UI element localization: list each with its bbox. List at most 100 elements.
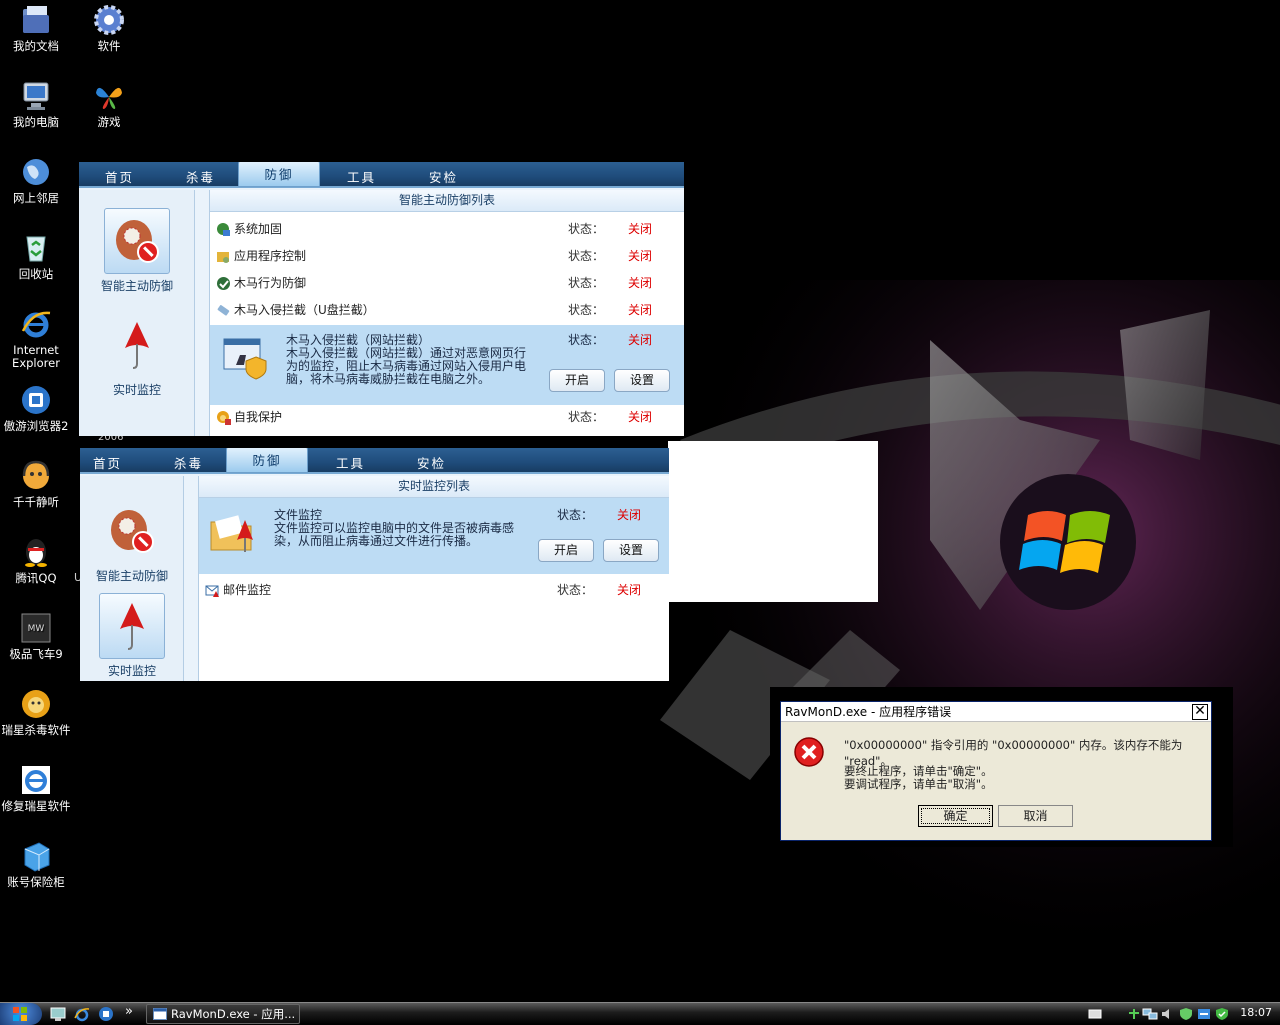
network-computers-icon[interactable] [1142,1007,1158,1021]
desktop-icon-qq[interactable]: 腾讯QQ [0,535,72,585]
list-item-mail-monitor[interactable]: 邮件监控 状态： 关闭 [199,577,669,604]
start-button[interactable] [0,1003,42,1025]
side-button-realtime-monitor[interactable]: 实时监控 [80,593,184,679]
desktop-icon-rising[interactable]: 瑞星杀毒软件 [0,687,72,737]
side-button-active-defense[interactable]: 智能主动防御 [80,498,184,584]
enable-button[interactable]: 开启 [538,539,594,562]
desktop-icon-label: 回收站 [18,267,54,281]
status-value[interactable]: 关闭 [628,331,652,348]
close-button[interactable]: ✕ [1192,704,1208,720]
volume-icon[interactable] [1160,1007,1176,1021]
blank-window-area [668,441,878,602]
baseball-glove-shield-icon [111,510,154,553]
ok-button[interactable]: 确定 [918,805,993,827]
status-label: 状态： [568,410,605,424]
web-intercept-shield-icon [223,338,267,380]
windows-logo-icon [13,1007,27,1021]
settings-button[interactable]: 设置 [603,539,659,562]
tab-check[interactable]: 安检 [429,167,458,186]
clock[interactable]: 18:07 [1240,1006,1272,1019]
folder-documents-icon [23,6,49,33]
expanded-description: 文件监控可以监控电脑中的文件是否被病毒感染，从而阻止病毒通过文件进行传播。 [274,521,515,548]
settings-button[interactable]: 设置 [614,369,670,392]
wallpaper-graphic [600,280,1280,1000]
list-item-label: 木马行为防御 [234,276,307,290]
shield-icon[interactable] [1214,1007,1230,1021]
main-tab-bar: 首页 杀毒 防御 工具 安检 [79,162,684,188]
window-app-icon [153,1008,167,1020]
safe-box-icon [24,842,50,872]
enable-button[interactable]: 开启 [549,369,605,392]
list-title: 智能主动防御列表 [210,190,684,212]
desktop-icon-software[interactable]: 软件 [73,3,145,53]
network-tray-icon[interactable] [1126,1007,1142,1021]
tab-tools[interactable]: 工具 [347,167,376,186]
antivirus-tray-icon[interactable] [1196,1007,1212,1021]
desktop-icon-label: 软件 [97,39,121,53]
baseball-glove-shield-icon [116,220,159,263]
list-item-label: 邮件监控 [223,583,272,597]
tab-check[interactable]: 安检 [417,453,446,472]
list-item-system-harden[interactable]: 系统加固 状态： 关闭 [210,216,684,243]
tab-home[interactable]: 首页 [105,167,134,186]
tab-defense[interactable]: 防御 [238,162,320,187]
list-item-label: 应用程序控制 [234,249,307,263]
list-title: 实时监控列表 [199,476,669,498]
desktop-icon-repair-rising[interactable]: 修复瑞星软件 [0,763,72,813]
status-label: 状态： [568,249,605,263]
tab-home[interactable]: 首页 [93,453,122,472]
list-item-label: 木马入侵拦截（U盘拦截） [234,303,375,317]
internet-explorer-icon[interactable] [74,1006,90,1022]
desktop-icon-my-documents[interactable]: 我的文档 [0,3,72,53]
error-dialog: RavMonD.exe - 应用程序错误 ✕ "0x00000000" 指令引用… [780,701,1212,841]
expanded-description: 木马入侵拦截（网站拦截）通过对恶意网页行为的监控，阻止木马病毒通过网站入侵用户电… [286,346,527,386]
list-item-usb-intercept[interactable]: 木马入侵拦截（U盘拦截） 状态： 关闭 [210,297,684,324]
show-desktop-icon[interactable] [50,1006,66,1022]
list-item-trojan-behavior[interactable]: 木马行为防御 状态： 关闭 [210,270,684,297]
error-dialog-frame: RavMonD.exe - 应用程序错误 ✕ "0x00000000" 指令引用… [770,687,1233,847]
desktop-icon-recycle-bin[interactable]: 回收站 [0,231,72,281]
cancel-button[interactable]: 取消 [998,805,1073,827]
desktop-icon-label: 游戏 [97,115,121,129]
status-value[interactable]: 关闭 [628,297,652,324]
system-tray: 18:07 [1088,1003,1280,1025]
side-button-realtime-monitor[interactable]: 实时监控 [79,312,195,398]
error-x-icon [794,737,824,767]
status-value[interactable]: 关闭 [628,270,652,297]
tab-defense[interactable]: 防御 [226,448,308,473]
rising-defense-window-2: 首页 杀毒 防御 工具 安检 智能主动防御 实时监控 实时监控列表 文件监控 文… [80,448,669,681]
side-button-label: 实时监控 [112,383,161,397]
taskbar-item-ravmond[interactable]: RavMonD.exe - 应用... [146,1004,300,1024]
status-label: 状态： [568,303,605,317]
side-button-active-defense[interactable]: 智能主动防御 [79,208,195,294]
status-value[interactable]: 关闭 [628,216,652,243]
quick-launch-overflow[interactable]: » [125,1004,133,1019]
status-value[interactable]: 关闭 [628,404,652,431]
status-value[interactable]: 关闭 [617,577,641,604]
desktop-icon-maxthon[interactable]: 傲游浏览器2 [0,383,74,433]
security-shield-icon[interactable] [1178,1007,1194,1021]
side-button-label: 智能主动防御 [95,569,168,583]
desktop-icon-games[interactable]: 游戏 [73,79,145,129]
maxthon-browser-icon[interactable] [98,1006,114,1022]
tab-antivirus[interactable]: 杀毒 [186,167,215,186]
desktop-icon-my-computer[interactable]: 我的电脑 [0,79,72,129]
list-item-file-monitor-expanded[interactable]: 文件监控 文件监控可以监控电脑中的文件是否被病毒感染，从而阻止病毒通过文件进行传… [199,498,669,574]
dialog-title-bar[interactable]: RavMonD.exe - 应用程序错误 ✕ [781,702,1211,722]
trojan-behavior-icon [217,277,230,290]
red-umbrella-icon [120,603,144,650]
desktop-icon-account-safe[interactable]: 账号保险柜 [0,839,72,889]
status-value[interactable]: 关闭 [617,506,641,523]
keyboard-icon[interactable] [1088,1008,1102,1020]
list-item-app-control[interactable]: 应用程序控制 状态： 关闭 [210,243,684,270]
list-item-web-intercept-expanded[interactable]: 木马入侵拦截（网站拦截） 木马入侵拦截（网站拦截）通过对恶意网页行为的监控，阻止… [210,325,684,405]
desktop-icon-ttplayer[interactable]: 千千静听 [0,459,72,509]
desktop-icon-internet-explorer[interactable]: Internet Explorer [0,307,72,370]
tab-tools[interactable]: 工具 [336,453,365,472]
list-item-self-protect[interactable]: 自我保护 状态： 关闭 [210,404,684,431]
tab-antivirus[interactable]: 杀毒 [174,453,203,472]
status-value[interactable]: 关闭 [628,243,652,270]
ttplayer-icon [22,460,50,489]
desktop-icon-nfs9[interactable]: MW 极品飞车9 [0,611,72,661]
desktop-icon-network[interactable]: 网上邻居 [0,155,72,205]
